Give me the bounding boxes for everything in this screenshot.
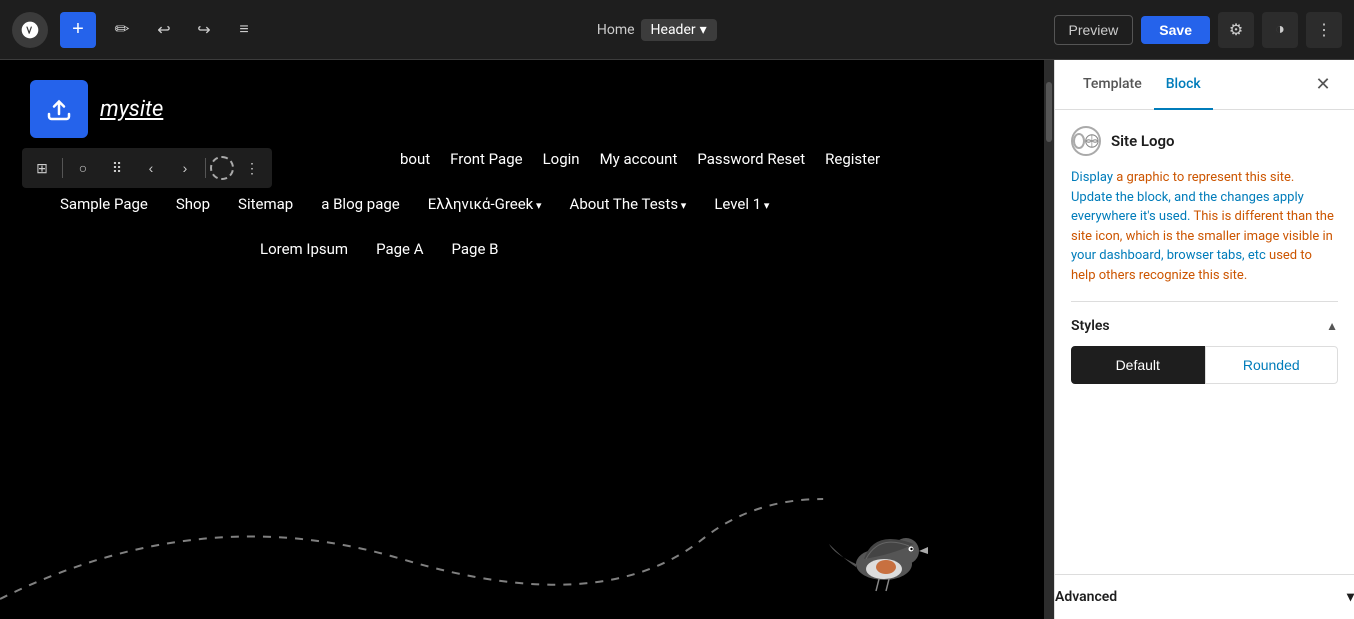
more-options-button[interactable]: ⋮ <box>1306 12 1342 48</box>
nav-item-login[interactable]: Login <box>543 150 580 168</box>
right-panel: Template Block ✕ Site Logo <box>1054 60 1354 619</box>
nav-item-about-tests[interactable]: About The Tests <box>570 195 687 213</box>
nav-toolbar: ⊞ ○ ⠿ ‹ › ⋮ <box>22 148 272 188</box>
nav-item-my-account[interactable]: My account <box>600 150 678 168</box>
breadcrumb-current-label: Header <box>651 22 696 38</box>
scrollbar[interactable] <box>1044 60 1054 619</box>
site-logo-area: mysite <box>30 80 163 138</box>
nav-drag-button[interactable]: ⠿ <box>101 152 133 184</box>
site-logo-desc-text: Display a graphic to represent this site… <box>1071 170 1334 283</box>
nav-item-password-reset[interactable]: Password Reset <box>697 150 805 168</box>
upload-icon <box>44 94 74 124</box>
breadcrumb-chevron-icon: ▾ <box>700 22 707 38</box>
redo-button[interactable]: ↪ <box>188 14 220 46</box>
nav-item-level1[interactable]: Level 1 <box>714 195 769 213</box>
nav-item-shop[interactable]: Shop <box>176 195 210 213</box>
nav-item-sample-page[interactable]: Sample Page <box>60 195 148 213</box>
logo-box[interactable] <box>30 80 88 138</box>
desc-display: Display <box>1071 170 1113 185</box>
panel-content: Site Logo Display a graphic to represent… <box>1055 110 1354 574</box>
nav-menu-row2: Sample Page Shop Sitemap a Blog page Ελλ… <box>60 195 769 213</box>
bird-svg <box>824 509 944 599</box>
settings-button[interactable]: ⚙ <box>1218 12 1254 48</box>
site-logo-icon <box>1071 126 1101 156</box>
nav-item-lorem-ipsum[interactable]: Lorem Ipsum <box>260 240 348 258</box>
add-button[interactable]: + <box>60 12 96 48</box>
preview-button[interactable]: Preview <box>1054 15 1134 45</box>
style-default-button[interactable]: Default <box>1071 346 1205 384</box>
panel-divider <box>1071 301 1338 302</box>
nav-next-button[interactable]: › <box>169 152 201 184</box>
toolbar: + ✏ ↩ ↪ ≡ Home Header ▾ Preview Save ⚙ ◑… <box>0 0 1354 60</box>
nav-item-register[interactable]: Register <box>825 150 880 168</box>
styles-label: Styles <box>1071 318 1110 334</box>
advanced-chevron-icon: ▾ <box>1347 589 1354 605</box>
tab-block[interactable]: Block <box>1154 60 1213 110</box>
panel-header: Template Block ✕ <box>1055 60 1354 110</box>
scrollbar-thumb[interactable] <box>1046 82 1052 142</box>
pen-button[interactable]: ✏ <box>104 12 140 48</box>
nav-item-page-b[interactable]: Page B <box>452 240 499 258</box>
site-logo-description: Display a graphic to represent this site… <box>1071 168 1338 285</box>
nav-more-button[interactable]: ⋮ <box>236 152 268 184</box>
breadcrumb-home[interactable]: Home <box>597 22 635 38</box>
site-logo-title: Site Logo <box>1111 132 1175 150</box>
nav-item-bout[interactable]: bout <box>400 150 430 168</box>
list-view-button[interactable]: ≡ <box>228 14 260 46</box>
nav-item-front-page[interactable]: Front Page <box>450 150 522 168</box>
save-button[interactable]: Save <box>1141 16 1210 44</box>
nav-item-page-a[interactable]: Page A <box>376 240 423 258</box>
nav-item-sitemap[interactable]: Sitemap <box>238 195 293 213</box>
nav-align-button[interactable]: ⊞ <box>26 152 58 184</box>
styles-buttons: Default Rounded <box>1071 346 1338 384</box>
advanced-section-header[interactable]: Advanced ▾ <box>1054 574 1354 619</box>
toolbar-right: Preview Save ⚙ ◑ ⋮ <box>1054 12 1343 48</box>
main-area: mysite ⊞ ○ ⠿ ‹ › ⋮ bout Front Page Login… <box>0 60 1354 619</box>
wordpress-icon <box>20 20 40 40</box>
nav-menu-row1: bout Front Page Login My account Passwor… <box>400 150 1014 168</box>
nav-item-greek[interactable]: Ελληνικά-Greek <box>428 195 542 213</box>
nav-tb-divider <box>62 158 63 178</box>
nav-dotted-circle-button[interactable] <box>210 156 234 180</box>
nav-menu-row3: Lorem Ipsum Page A Page B <box>260 240 499 258</box>
styles-chevron-icon: ▲ <box>1326 319 1338 333</box>
panel-close-button[interactable]: ✕ <box>1308 70 1338 100</box>
advanced-label: Advanced <box>1055 589 1117 605</box>
tab-template[interactable]: Template <box>1071 60 1154 110</box>
desc-dashboard: your dashboard, browser tabs, etc <box>1071 248 1266 263</box>
site-logo-circle-icon <box>1085 131 1099 151</box>
site-logo-header: Site Logo <box>1071 126 1338 156</box>
bird-illustration <box>824 509 944 599</box>
contrast-button[interactable]: ◑ <box>1262 12 1298 48</box>
site-name: mysite <box>100 97 163 122</box>
canvas: mysite ⊞ ○ ⠿ ‹ › ⋮ bout Front Page Login… <box>0 60 1044 619</box>
breadcrumb-current-tag[interactable]: Header ▾ <box>641 19 717 41</box>
undo-button[interactable]: ↩ <box>148 14 180 46</box>
nav-item-blog-page[interactable]: a Blog page <box>321 195 400 213</box>
nav-prev-button[interactable]: ‹ <box>135 152 167 184</box>
nav-circle-button[interactable]: ○ <box>67 152 99 184</box>
styles-section-header[interactable]: Styles ▲ <box>1071 318 1338 334</box>
wp-logo <box>12 12 48 48</box>
style-rounded-button[interactable]: Rounded <box>1205 346 1339 384</box>
breadcrumb: Home Header ▾ <box>268 19 1046 41</box>
nav-tb-divider2 <box>205 158 206 178</box>
